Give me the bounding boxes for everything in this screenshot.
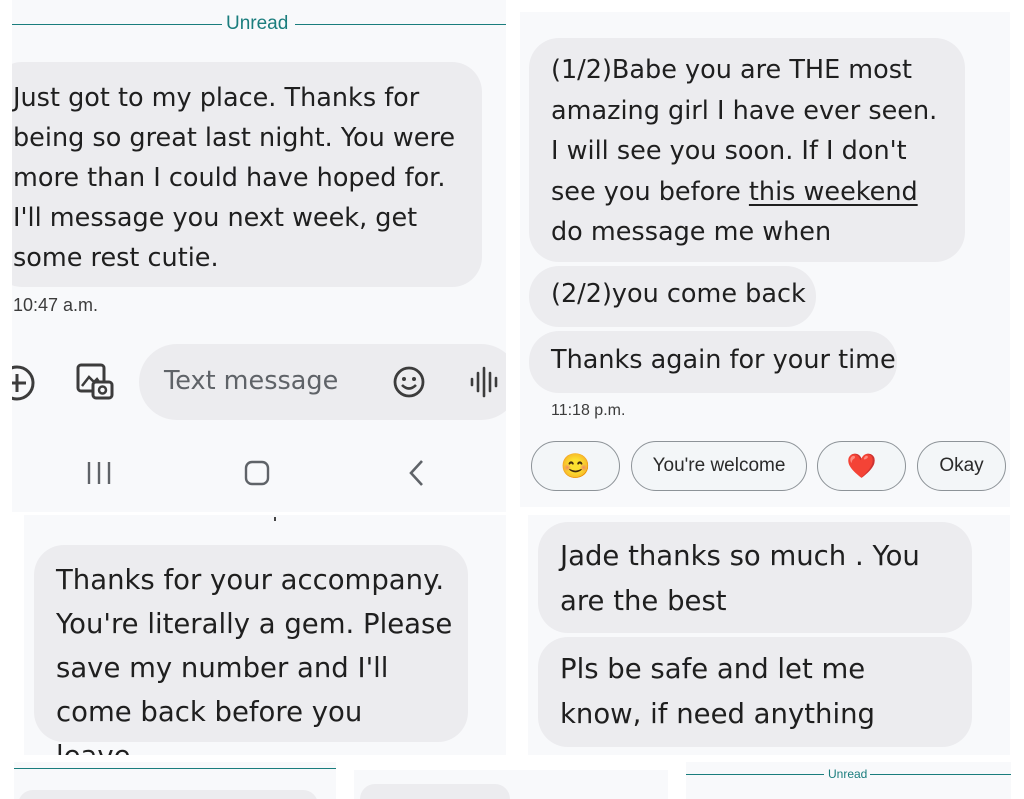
message-bubble-2[interactable]: (2/2)you come back	[529, 266, 816, 327]
panel-cropped-right: Unread	[686, 762, 1011, 799]
home-icon[interactable]	[241, 457, 273, 489]
navigation-bar	[12, 430, 506, 512]
suggestion-chip-okay[interactable]: Okay	[917, 441, 1006, 491]
message-text: Just got to my place. Thanks for being s…	[13, 83, 456, 273]
message-text-part-2: do message me when	[551, 217, 832, 248]
compose-field[interactable]: Text message	[139, 344, 506, 420]
unread-divider-label: Unread	[226, 13, 289, 34]
unread-divider-line-right	[295, 24, 506, 25]
suggestion-chip-smile[interactable]: 😊	[531, 441, 620, 491]
panel-conversation-2: (1/2)Babe you are THE most amazing girl …	[520, 12, 1010, 507]
back-icon[interactable]	[402, 456, 432, 490]
unread-divider-line-right	[870, 774, 1011, 775]
emoji-icon[interactable]	[391, 364, 427, 400]
message-text: Jade thanks so much . You are the best	[560, 540, 920, 617]
message-bubble[interactable]: Just got to my place. Thanks for being s…	[12, 62, 482, 287]
unread-divider-line-left	[12, 24, 222, 25]
message-bubble[interactable]: Thanks for your accompany. You're litera…	[34, 545, 468, 755]
message-timestamp: 10:47 a.m.	[13, 295, 99, 315]
dot-mark	[274, 517, 276, 521]
message-bubble-3[interactable]: Thanks again for your time	[529, 331, 897, 393]
message-bubble-1[interactable]: (1/2)Babe you are THE most amazing girl …	[529, 38, 965, 262]
message-bubble-edge	[18, 790, 318, 799]
message-text: Thanks for your accompany. You're litera…	[56, 564, 453, 755]
panel-conversation-1: Unread Just got to my place. Thanks for …	[12, 0, 506, 512]
panel-cropped-left	[14, 762, 336, 799]
compose-placeholder: Text message	[164, 366, 339, 396]
add-icon[interactable]	[12, 362, 38, 404]
panel-conversation-4: Jade thanks so much . You are the best P…	[528, 515, 1010, 755]
suggestion-chip-heart[interactable]: ❤️	[817, 441, 906, 491]
message-bubble-2[interactable]: Pls be safe and let me know, if need any…	[538, 637, 972, 747]
message-text: Thanks again for your time	[551, 345, 896, 375]
date-link[interactable]: this weekend	[749, 177, 918, 207]
panel-conversation-3: Thanks for your accompany. You're litera…	[24, 515, 506, 755]
unread-divider-line	[14, 768, 336, 769]
gallery-icon[interactable]	[74, 361, 116, 403]
suggestion-chip-youre-welcome[interactable]: You're welcome	[631, 441, 807, 491]
panel-cropped-middle	[354, 770, 668, 799]
unread-divider-label: Unread	[828, 767, 868, 781]
recents-icon[interactable]	[82, 458, 116, 488]
message-text: (2/2)you come back	[551, 279, 806, 309]
message-text: Pls be safe and let me know, if need any…	[560, 653, 875, 730]
voice-icon[interactable]	[467, 364, 503, 400]
message-timestamp: 11:18 p.m.	[551, 402, 626, 419]
message-bubble-edge	[360, 784, 510, 799]
message-bubble-1[interactable]: Jade thanks so much . You are the best	[538, 522, 972, 633]
unread-divider-line-left	[686, 774, 824, 775]
